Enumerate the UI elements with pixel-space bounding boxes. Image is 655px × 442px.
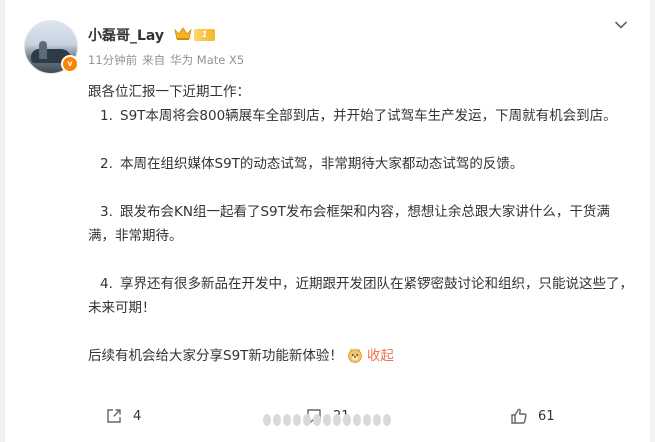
crown-icon[interactable] — [174, 26, 192, 41]
source-device: 华为 Mate X5 — [170, 53, 245, 67]
username[interactable]: 小磊哥_Lay — [88, 25, 164, 45]
item-number: 2. — [100, 156, 113, 172]
collapse-link[interactable]: 收起 — [367, 348, 394, 364]
item-number: 3. — [100, 204, 113, 220]
list-item: 1. S9T本周将会800辆展车全部到店，并开始了试驾车生产发运，下周就有机会到店… — [88, 104, 633, 128]
doge-emoji-icon — [348, 348, 362, 363]
source-prefix: 来自 — [142, 53, 166, 67]
item-text: 跟发布会KN组一起看了S9T发布会框架和内容，想想让余总跟大家讲什么，干货满满，… — [88, 204, 610, 244]
thumbs-up-icon — [511, 408, 527, 424]
item-text: S9T本周将会800辆展车全部到店，并开始了试驾车生产发运，下周就有机会到店。 — [120, 108, 617, 124]
watermark — [263, 414, 393, 426]
post-content: 跟各位汇报一下近期工作： 1. S9T本周将会800辆展车全部到店，并开始了试驾车… — [88, 80, 633, 368]
item-text: 本周在组织媒体S9T的动态试驾，非常期待大家都动态试驾的反馈。 — [120, 156, 524, 172]
avatar[interactable]: v — [24, 20, 79, 74]
like-count: 61 — [538, 408, 555, 424]
post-intro: 跟各位汇报一下近期工作： — [88, 84, 250, 100]
like-button[interactable]: 61 — [510, 406, 555, 426]
verified-badge-icon: v — [61, 55, 79, 73]
post-closing: 后续有机会给大家分享S9T新功能新体验！ 收起 — [88, 344, 633, 368]
chevron-down-icon[interactable] — [614, 18, 628, 32]
level-badge[interactable]: 1 — [194, 29, 215, 41]
share-icon — [107, 409, 121, 423]
post-meta: 11分钟前 来自 华为 Mate X5 — [88, 52, 249, 68]
list-item: 2. 本周在组织媒体S9T的动态试驾，非常期待大家都动态试驾的反馈。 — [88, 152, 633, 176]
share-count: 4 — [133, 408, 142, 424]
share-button[interactable]: 4 — [105, 406, 141, 426]
closing-text: 后续有机会给大家分享S9T新功能新体验！ — [88, 348, 343, 364]
item-text: 享界还有很多新品在开发中，近期跟开发团队在紧锣密鼓讨论和组织，只能说这些了，未来… — [88, 276, 633, 316]
post-time[interactable]: 11分钟前 — [88, 53, 137, 67]
item-number: 4. — [100, 276, 113, 292]
weibo-post-card: v 小磊哥_Lay 1 11分钟前 来自 华为 Mate X5 跟各位汇报一下近期工… — [5, 0, 650, 442]
list-item: 3. 跟发布会KN组一起看了S9T发布会框架和内容，想想让余总跟大家讲什么，干货满… — [88, 200, 633, 248]
list-item: 4. 享界还有很多新品在开发中，近期跟开发团队在紧锣密鼓讨论和组织，只能说这些了，… — [88, 272, 633, 320]
item-number: 1. — [100, 108, 113, 124]
